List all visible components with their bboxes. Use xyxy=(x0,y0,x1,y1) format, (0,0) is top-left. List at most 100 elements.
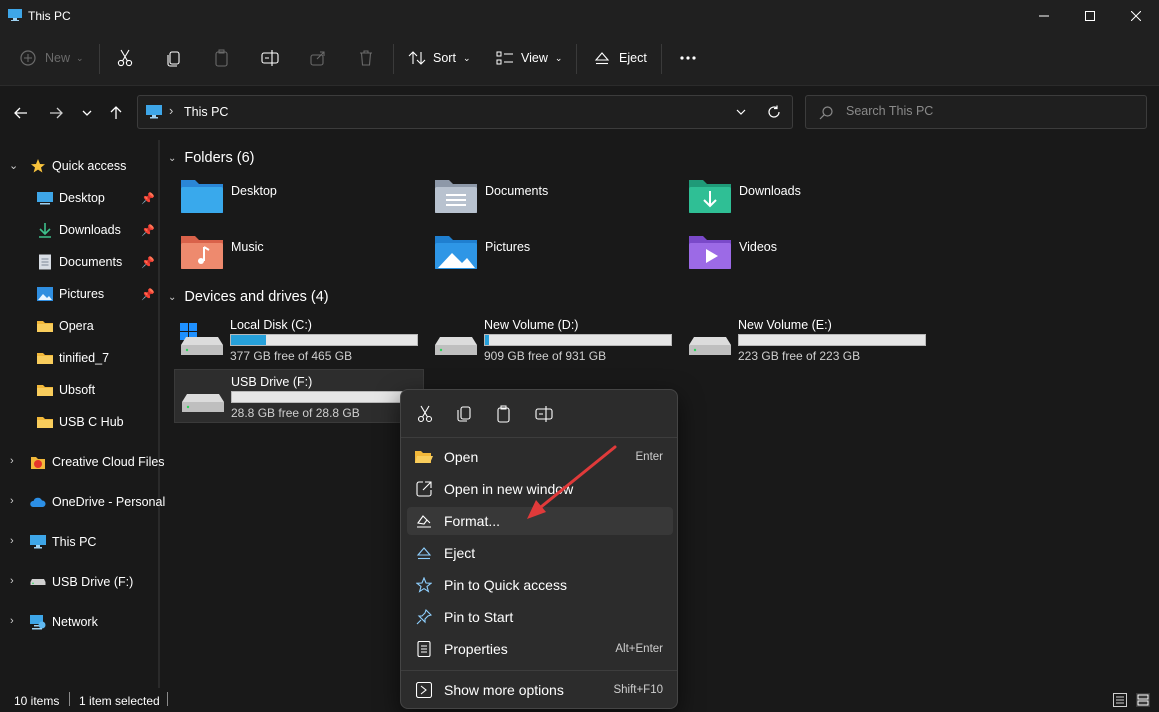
folder-tile-music[interactable]: Music xyxy=(180,233,264,271)
paste-button[interactable] xyxy=(213,45,231,71)
delete-button[interactable] xyxy=(357,45,375,71)
picture-icon xyxy=(37,286,53,302)
drive-tile-d[interactable]: New Volume (D:) 909 GB free of 931 GB xyxy=(428,313,678,367)
sidebar-item-downloads[interactable]: Downloads xyxy=(37,218,121,242)
toolbar-separator xyxy=(99,44,100,74)
menu-item-eject[interactable]: Eject xyxy=(407,539,673,567)
menu-item-label: Pin to Quick access xyxy=(444,577,567,593)
folder-label: Desktop xyxy=(231,184,277,198)
eject-icon xyxy=(594,52,610,65)
context-paste-button[interactable] xyxy=(494,404,514,424)
sidebar-item-documents[interactable]: Documents xyxy=(37,250,122,274)
star-icon xyxy=(415,577,433,593)
chevron-right-icon[interactable]: › xyxy=(10,615,14,627)
tiles-view-button[interactable] xyxy=(1136,693,1150,710)
usb-drive-icon xyxy=(30,574,46,590)
drive-tile-c[interactable]: Local Disk (C:) 377 GB free of 465 GB xyxy=(174,313,424,367)
details-view-button[interactable] xyxy=(1113,693,1127,710)
breadcrumb[interactable]: This PC xyxy=(184,105,228,119)
sidebar-item-opera[interactable]: Opera xyxy=(37,314,94,338)
chevron-right-icon[interactable]: › xyxy=(10,535,14,547)
view-icon xyxy=(496,51,513,65)
drives-section-header[interactable]: ⌄ Devices and drives (4) xyxy=(168,289,329,305)
close-button[interactable] xyxy=(1113,0,1159,32)
chevron-right-icon[interactable]: › xyxy=(10,495,14,507)
folder-tile-videos[interactable]: Videos xyxy=(688,233,777,271)
sort-button[interactable]: Sort ⌄ xyxy=(408,45,470,71)
menu-item-shortcut: Enter xyxy=(635,451,664,463)
folder-tile-documents[interactable]: Documents xyxy=(434,177,548,215)
cut-button[interactable] xyxy=(116,45,134,71)
menu-item-pin-quick-access[interactable]: Pin to Quick access xyxy=(407,571,673,599)
rename-icon xyxy=(261,50,279,66)
copy-button[interactable] xyxy=(165,45,183,71)
drive-name: USB Drive (F:) xyxy=(231,375,313,389)
minimize-button[interactable] xyxy=(1021,0,1067,32)
share-button[interactable] xyxy=(309,45,327,71)
chevron-down-icon[interactable]: ⌄ xyxy=(9,159,18,172)
context-copy-button[interactable] xyxy=(454,404,474,424)
drive-usage-bar xyxy=(230,334,418,346)
pane-divider[interactable] xyxy=(158,140,160,688)
drive-tile-f[interactable]: USB Drive (F:) 28.8 GB free of 28.8 GB xyxy=(174,369,424,423)
folder-tile-pictures[interactable]: Pictures xyxy=(434,233,530,271)
search-box[interactable] xyxy=(805,95,1147,129)
drive-tile-e[interactable]: New Volume (E:) 223 GB free of 223 GB xyxy=(682,313,932,367)
forward-button[interactable] xyxy=(45,102,67,124)
search-input[interactable] xyxy=(846,104,1126,118)
context-rename-button[interactable] xyxy=(534,404,554,424)
new-button[interactable]: New ⌄ xyxy=(20,45,84,71)
folder-label: Downloads xyxy=(739,184,801,198)
sidebar-item-this-pc[interactable]: This PC xyxy=(30,530,96,554)
sidebar-item-tinified[interactable]: tinified_7 xyxy=(37,346,109,370)
address-history-icon[interactable] xyxy=(736,109,746,115)
menu-item-open[interactable]: Open Enter xyxy=(407,443,673,471)
address-bar[interactable]: › This PC xyxy=(137,95,793,129)
folder-tile-desktop[interactable]: Desktop xyxy=(180,177,277,215)
sidebar-item-label: Creative Cloud Files xyxy=(52,455,165,469)
sidebar-item-ubsoft[interactable]: Ubsoft xyxy=(37,378,95,402)
sidebar-item-pictures[interactable]: Pictures xyxy=(37,282,104,306)
refresh-icon[interactable] xyxy=(767,105,781,119)
menu-item-show-more-options[interactable]: Show more options Shift+F10 xyxy=(407,676,673,704)
trash-icon xyxy=(360,50,372,66)
drive-usage-fill xyxy=(485,335,489,345)
sidebar-item-usb-c-hub[interactable]: USB C Hub xyxy=(37,410,124,434)
chevron-down-icon: ⌄ xyxy=(168,291,177,303)
sidebar-item-usb-drive[interactable]: USB Drive (F:) xyxy=(30,570,133,594)
sidebar-item-label: Documents xyxy=(59,255,123,269)
sidebar-item-label: Downloads xyxy=(59,223,121,237)
rename-button[interactable] xyxy=(261,45,279,71)
sidebar-item-desktop[interactable]: Desktop xyxy=(37,186,105,210)
desktop-icon xyxy=(37,190,53,206)
menu-item-open-new-window[interactable]: Open in new window xyxy=(407,475,673,503)
menu-item-label: Format... xyxy=(444,513,501,529)
folder-tile-downloads[interactable]: Downloads xyxy=(688,177,801,215)
sidebar-item-network[interactable]: Network xyxy=(30,610,98,634)
more-options-button[interactable] xyxy=(679,45,697,71)
folders-section-header[interactable]: ⌄ Folders (6) xyxy=(168,150,255,166)
sidebar-item-quick-access[interactable]: Quick access xyxy=(30,154,126,178)
selection-count: 1 item selected xyxy=(79,694,160,708)
star-icon xyxy=(30,158,46,174)
maximize-button[interactable] xyxy=(1067,0,1113,32)
pin-icon: 📌 xyxy=(141,225,155,237)
back-button[interactable] xyxy=(10,102,32,124)
sidebar-item-label: tinified_7 xyxy=(59,351,110,365)
chevron-right-icon[interactable]: › xyxy=(10,575,14,587)
folder-label: Videos xyxy=(739,240,777,254)
menu-item-format[interactable]: Format... xyxy=(407,507,673,535)
recent-locations-button[interactable] xyxy=(76,102,98,124)
context-cut-button[interactable] xyxy=(415,404,435,424)
sidebar-item-onedrive[interactable]: OneDrive - Personal xyxy=(30,490,165,514)
view-button[interactable]: View ⌄ xyxy=(496,45,562,71)
sidebar-item-creative-cloud[interactable]: Creative Cloud Files xyxy=(30,450,165,474)
eject-button[interactable]: Eject xyxy=(594,45,647,71)
menu-item-properties[interactable]: Properties Alt+Enter xyxy=(407,635,673,663)
chevron-right-icon[interactable]: › xyxy=(10,455,14,467)
sidebar-item-label: USB C Hub xyxy=(59,415,124,429)
menu-item-pin-start[interactable]: Pin to Start xyxy=(407,603,673,631)
arrow-right-icon xyxy=(50,107,63,119)
up-button[interactable] xyxy=(105,102,127,124)
paste-icon xyxy=(215,49,228,67)
